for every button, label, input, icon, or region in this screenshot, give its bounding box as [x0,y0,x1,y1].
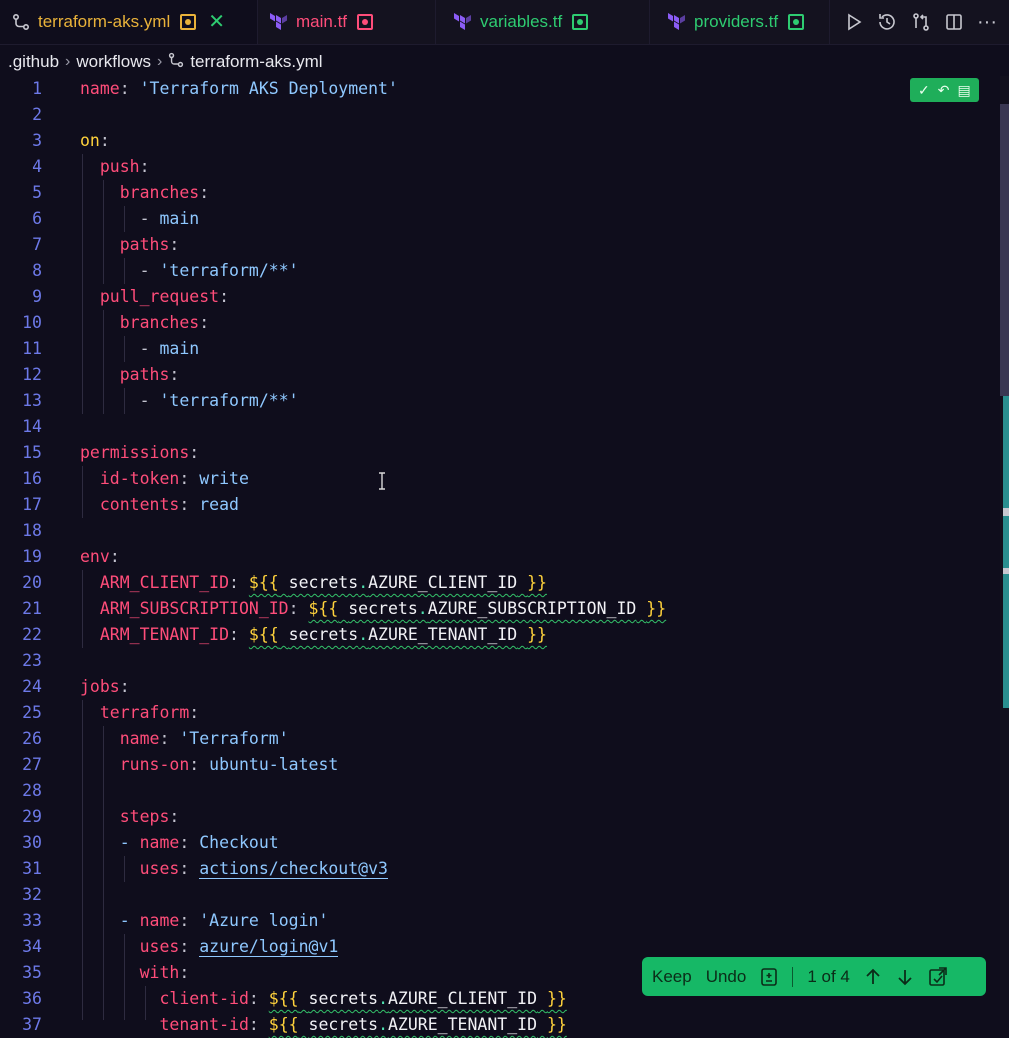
divider [792,966,794,987]
breadcrumb-folder-github[interactable]: .github [8,52,59,72]
undo-button[interactable]: Undo [706,967,747,987]
warning-squiggle[interactable]: ${{ secrets.AZURE_SUBSCRIPTION_ID }} [309,599,667,618]
arrow-down-icon[interactable] [896,968,914,986]
chevron-right-icon: › [65,53,71,70]
git-workflow-icon [12,13,30,31]
terraform-icon [668,13,686,31]
chevron-right-icon: › [157,53,163,70]
code-line: 30 - name: Checkout [22,833,279,852]
code-line: 2 [32,105,42,124]
code-line: 9 pull_request: [32,287,230,306]
code-line: 19 env: [22,547,120,566]
code-editor[interactable]: 1 name: 'Terraform AKS Deployment' 2 3 on:… [0,76,1000,1034]
editor-actions: ··· [835,0,1009,44]
code-line: 17 contents: read [22,495,239,514]
inline-change-actions: ✓ ↶ ▤ [910,78,979,102]
code-line: 27 runs-on: ubuntu-latest [22,755,339,774]
code-line: 28 [22,781,42,800]
tab-variables-tf[interactable]: variables.tf [436,0,650,44]
code-line: 15 permissions: [22,443,200,462]
code-line: 12 paths: [22,365,180,384]
code-line: 10 branches: [22,313,210,332]
code-line: 18 [22,521,42,540]
action-link[interactable]: azure/login@v1 [199,937,339,957]
action-link[interactable]: actions/checkout@v3 [199,859,388,879]
more-actions-icon[interactable]: ··· [977,11,997,34]
tab-label: main.tf [296,12,348,31]
tab-terraform-aks-yml[interactable]: terraform-aks.yml ✕ [0,0,258,44]
change-review-bar: Keep Undo 1 of 4 [642,957,986,996]
code-line: 7 paths: [32,235,180,254]
breadcrumb-folder-workflows[interactable]: workflows [76,52,151,72]
close-icon[interactable]: ✕ [208,12,225,32]
warning-squiggle[interactable]: ${{ secrets.AZURE_CLIENT_ID }} [249,573,547,592]
code-line: 8 - 'terraform/**' [32,261,299,280]
tab-providers-tf[interactable]: providers.tf [650,0,830,44]
tab-main-tf[interactable]: main.tf [258,0,436,44]
modified-dot-icon [357,14,374,30]
run-icon[interactable] [845,13,863,31]
diff-file-icon[interactable]: ▤ [957,82,970,99]
modified-dot-icon [572,14,589,30]
code-line: 16 id-token: write [22,469,249,488]
scrollbar-change-marker [1003,568,1009,574]
terraform-icon [454,13,472,31]
accept-check-icon[interactable]: ✓ [918,82,930,99]
undo-icon[interactable]: ↶ [938,82,950,99]
code-line: 31 uses: actions/checkout@v3 [22,859,388,879]
code-line: 32 [22,885,42,904]
code-line: 20 ARM_CLIENT_ID: ${{ secrets.AZURE_CLIE… [22,573,547,592]
open-diff-icon[interactable] [928,966,948,987]
diff-file-icon[interactable] [760,967,778,987]
keep-button[interactable]: Keep [652,967,692,987]
breadcrumb: .github › workflows › terraform-aks.yml [8,50,323,74]
code-line: 33 - name: 'Azure login' [22,911,329,930]
tab-label: providers.tf [694,12,779,31]
change-counter: 1 of 4 [807,966,850,986]
tab-label: terraform-aks.yml [38,12,171,31]
code-line: 5 branches: [32,183,210,202]
split-editor-icon[interactable] [945,13,963,31]
code-line: 24 jobs: [22,677,130,696]
code-line: 11 - main [22,339,200,358]
code-line: 22 ARM_TENANT_ID: ${{ secrets.AZURE_TENA… [22,625,547,644]
warning-squiggle[interactable]: ${{ secrets.AZURE_TENANT_ID }} [269,1015,567,1034]
code-line: 25 terraform: [22,703,200,722]
compare-changes-icon[interactable] [911,12,931,32]
warning-squiggle[interactable]: ${{ secrets.AZURE_TENANT_ID }} [249,625,547,644]
code-line: 1 name: 'Terraform AKS Deployment' [32,79,398,98]
history-icon[interactable] [877,12,897,32]
code-line: 26 name: 'Terraform' [22,729,289,748]
code-line: 4 push: [32,157,150,176]
code-line: 37 tenant-id: ${{ secrets.AZURE_TENANT_I… [22,1015,567,1034]
terraform-icon [270,13,288,31]
code-line: 3 on: [32,131,110,150]
code-line: 21 ARM_SUBSCRIPTION_ID: ${{ secrets.AZUR… [22,599,667,618]
code-line: 23 [22,651,42,670]
code-line: 14 [22,417,42,436]
tab-label: variables.tf [480,12,563,31]
scrollbar-thumb[interactable] [1000,104,1009,396]
scrollbar-change-marker [1003,396,1009,708]
code-line: 29 steps: [22,807,180,826]
breadcrumb-file[interactable]: terraform-aks.yml [190,52,322,72]
code-line: 13 - 'terraform/**' [22,391,299,410]
modified-dot-icon [180,14,197,30]
git-workflow-icon [168,52,184,73]
warning-squiggle[interactable]: ${{ secrets.AZURE_CLIENT_ID }} [269,989,567,1008]
code-line: 6 - main [32,209,200,228]
arrow-up-icon[interactable] [864,968,882,986]
modified-dot-icon [788,14,805,30]
text-cursor-icon [377,472,387,490]
scrollbar-change-marker [1003,508,1009,516]
